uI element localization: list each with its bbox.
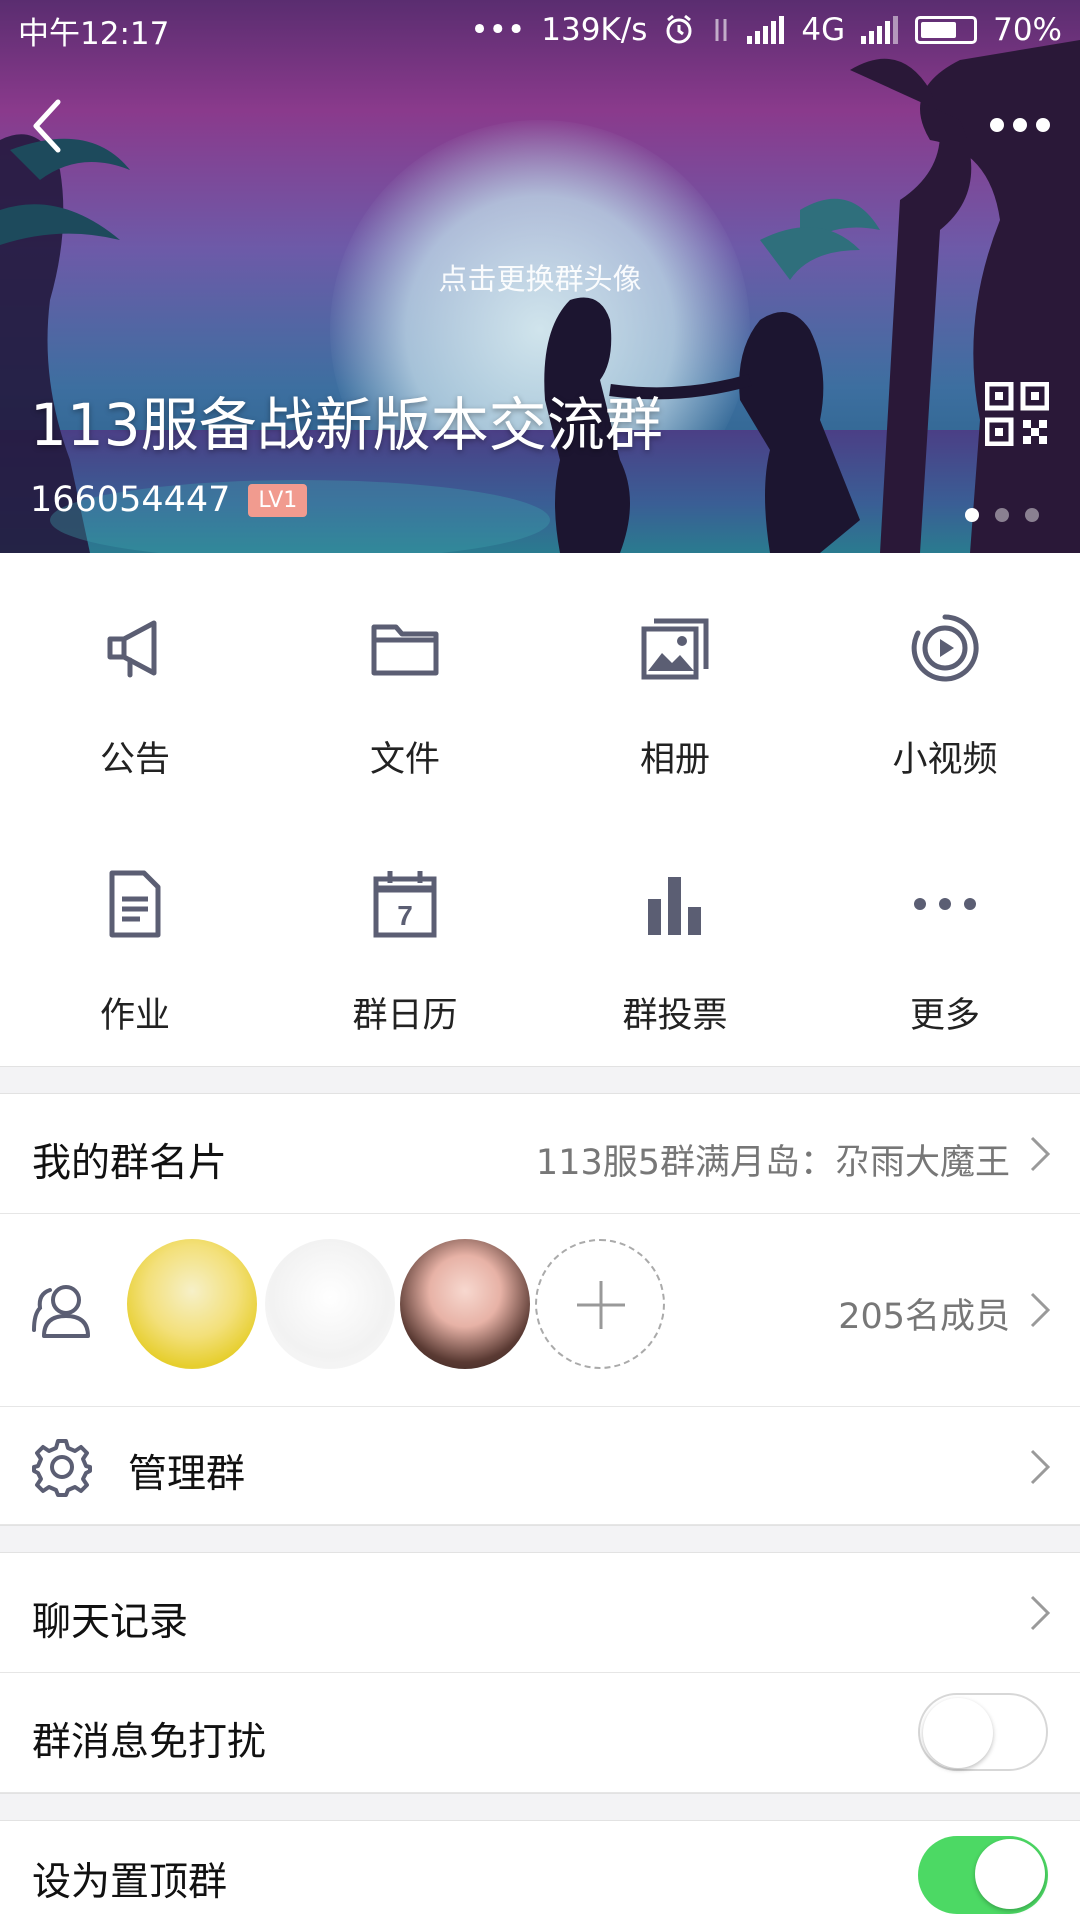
level-badge: LV1	[248, 483, 308, 517]
battery-icon	[915, 16, 978, 44]
section-divider	[0, 1525, 1080, 1553]
page-dot	[965, 508, 979, 522]
alarm-icon	[666, 14, 692, 44]
grid-item-label: 小视频	[892, 740, 998, 780]
grid-item-announcement[interactable]: 公告	[0, 553, 270, 809]
calendar-day: 7	[397, 900, 413, 931]
pin-toggle[interactable]	[918, 1836, 1048, 1914]
qr-code-icon[interactable]	[985, 382, 1049, 446]
change-avatar-hint[interactable]: 点击更换群头像	[0, 256, 1080, 298]
chevron-right-icon	[1030, 1595, 1051, 1631]
grid-item-album[interactable]: 相册	[540, 553, 810, 809]
network-type: 4G	[801, 12, 846, 48]
more-dot	[1013, 118, 1027, 132]
signal-icon	[747, 16, 785, 44]
more-dot	[990, 118, 1004, 132]
chevron-right-icon	[1030, 1136, 1051, 1172]
status-right: ••• 139K/s 4G 70%	[470, 12, 1062, 48]
status-bar: 中午12:17 ••• 139K/s 4G 70%	[0, 0, 1080, 60]
page-indicator	[965, 508, 1039, 522]
grid-item-more[interactable]: 更多	[810, 809, 1080, 1065]
more-dot	[1036, 118, 1050, 132]
data-transfer-icon	[715, 19, 727, 41]
grid-item-calendar[interactable]: 7 群日历	[270, 809, 540, 1065]
add-member-button[interactable]	[535, 1239, 665, 1369]
member-count: 205名成员	[838, 1297, 1010, 1337]
more-icon	[914, 898, 976, 910]
group-id-row: 166054447 LV1	[30, 480, 308, 520]
chevron-right-icon	[1030, 1292, 1051, 1328]
album-icon	[641, 618, 709, 680]
group-card-row[interactable]: 我的群名片 113服5群满月岛：尕雨大魔王	[0, 1094, 1080, 1214]
video-icon	[911, 614, 979, 682]
feature-grid: 公告 文件 相册 小视频 作业 7 群日历 群投票 更多	[0, 553, 1080, 1066]
grid-item-label: 群投票	[622, 996, 728, 1036]
more-options-button[interactable]	[990, 110, 1054, 140]
status-more-icon: •••	[470, 12, 526, 48]
mute-toggle[interactable]	[918, 1693, 1048, 1771]
grid-item-label: 相册	[639, 740, 710, 780]
grid-item-label: 作业	[99, 996, 170, 1036]
folder-icon	[371, 624, 439, 676]
battery-fill	[921, 22, 957, 38]
group-header[interactable]: 中午12:17 ••• 139K/s 4G 70% 点击更换群头像 113服备战…	[0, 0, 1080, 553]
member-avatar[interactable]	[265, 1239, 395, 1369]
grid-item-short-video[interactable]: 小视频	[810, 553, 1080, 809]
network-speed: 139K/s	[541, 12, 648, 48]
calendar-icon: 7	[373, 871, 437, 938]
chevron-right-icon	[1030, 1449, 1051, 1485]
manage-group-label: 管理群	[128, 1452, 246, 1497]
manage-group-row[interactable]: 管理群	[0, 1407, 1080, 1525]
gear-icon	[32, 1439, 92, 1497]
pin-label: 设为置顶群	[32, 1860, 228, 1905]
pin-row: 设为置顶群	[0, 1821, 1080, 1920]
status-time: 中午12:17	[18, 15, 170, 52]
group-id: 166054447	[30, 480, 231, 520]
page-dot	[995, 508, 1009, 522]
group-card-label: 我的群名片	[32, 1141, 228, 1186]
grid-item-homework[interactable]: 作业	[0, 809, 270, 1065]
grid-item-label: 更多	[909, 996, 980, 1036]
page-dot	[1025, 508, 1039, 522]
back-arrow-icon[interactable]	[20, 96, 80, 156]
chat-history-row[interactable]: 聊天记录	[0, 1553, 1080, 1673]
plus-icon	[577, 1281, 625, 1329]
homework-icon	[109, 870, 161, 938]
group-card-value: 113服5群满月岛：尕雨大魔王	[535, 1143, 1010, 1183]
grid-item-label: 群日历	[352, 996, 458, 1036]
member-avatar[interactable]	[127, 1239, 257, 1369]
signal-icon-2	[861, 16, 899, 44]
members-row[interactable]: 205名成员	[0, 1214, 1080, 1407]
grid-item-label: 文件	[369, 740, 440, 780]
member-avatar[interactable]	[400, 1239, 530, 1369]
battery-percent: 70%	[993, 12, 1062, 48]
mute-row: 群消息免打扰	[0, 1673, 1080, 1793]
members-icon	[32, 1285, 90, 1338]
mute-label: 群消息免打扰	[32, 1720, 267, 1765]
chat-history-label: 聊天记录	[32, 1600, 189, 1645]
section-divider	[0, 1066, 1080, 1094]
announcement-icon	[107, 620, 157, 678]
toggle-knob	[923, 1698, 993, 1768]
group-name: 113服备战新版本交流群	[30, 391, 663, 459]
grid-item-label: 公告	[99, 740, 170, 780]
section-divider	[0, 1793, 1080, 1821]
grid-item-vote[interactable]: 群投票	[540, 809, 810, 1065]
toggle-knob	[975, 1839, 1045, 1909]
grid-item-files[interactable]: 文件	[270, 553, 540, 809]
vote-icon	[648, 877, 701, 935]
